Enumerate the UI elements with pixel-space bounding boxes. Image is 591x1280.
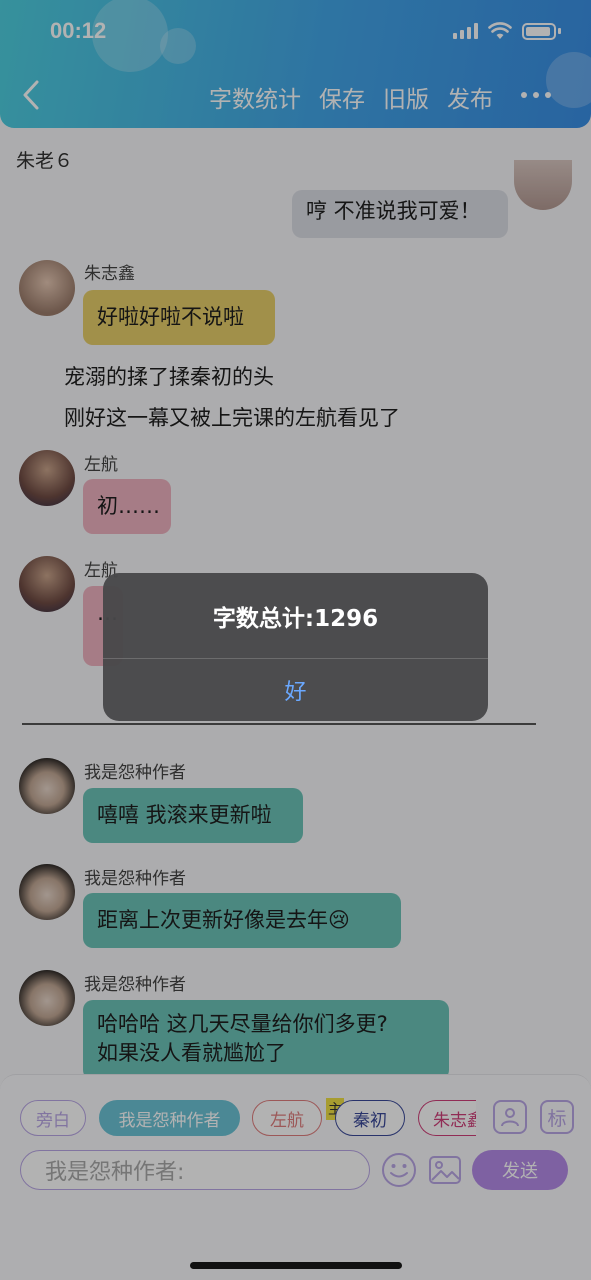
alert-ok-button[interactable]: 好	[103, 659, 488, 721]
alert-title: 字数总计:1296	[212, 606, 379, 632]
word-count-alert: 字数总计:1296 好	[103, 573, 488, 721]
home-indicator	[190, 1262, 402, 1269]
